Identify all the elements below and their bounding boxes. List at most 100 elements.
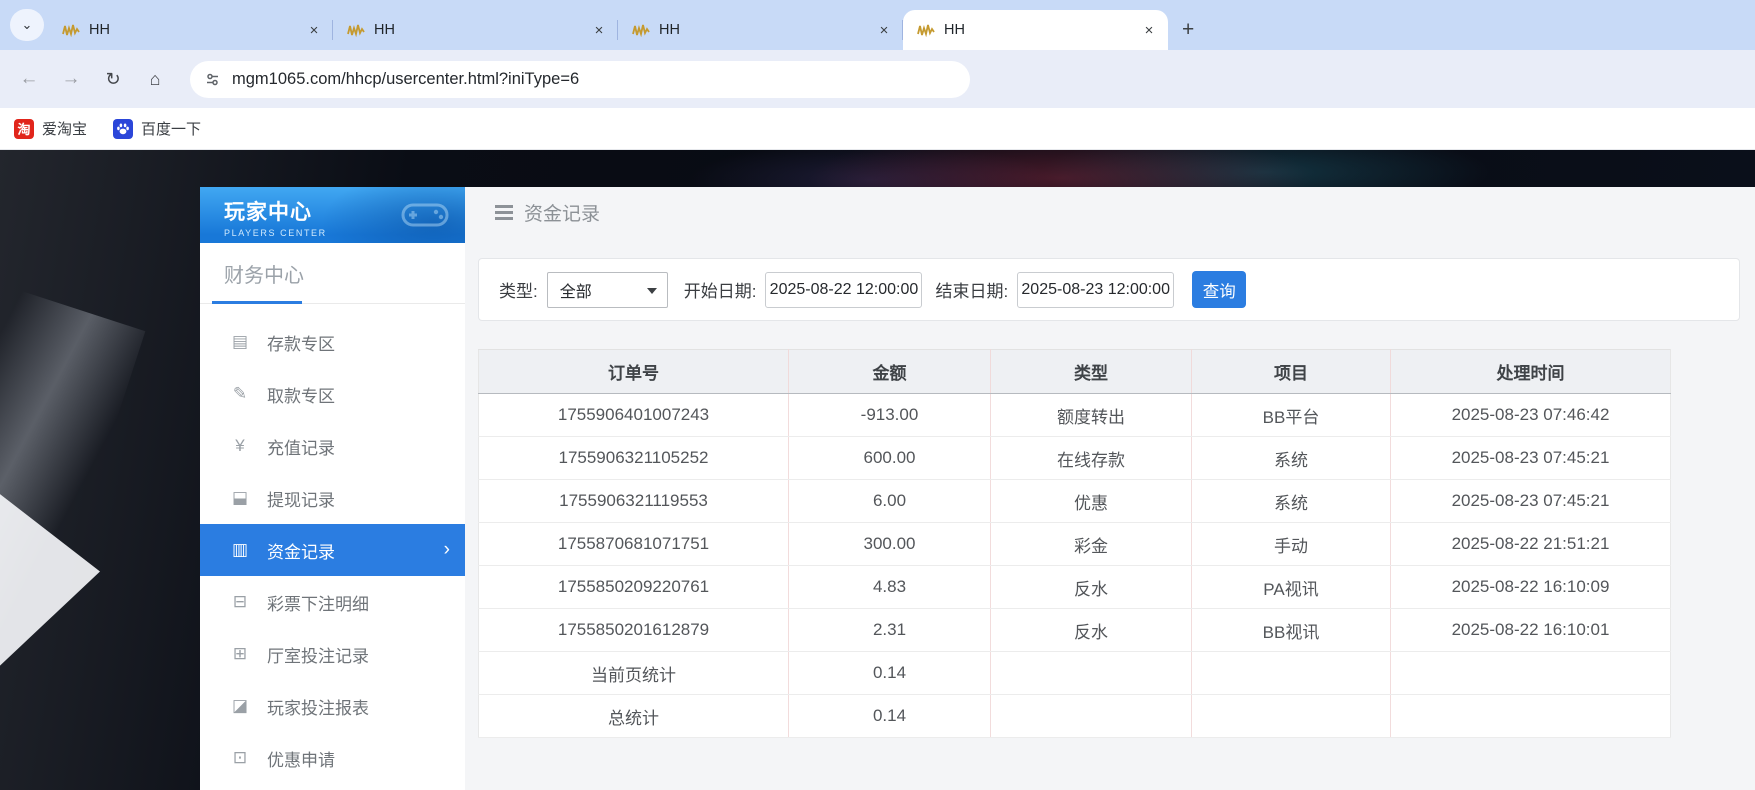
sidebar: 玩家中心 PLAYERS CENTER 财务中心 ▤ 存款专区 › xyxy=(200,187,465,790)
table-row: 17558502016128792.31反水BB视讯2025-08-22 16:… xyxy=(479,609,1671,652)
site-favicon-icon xyxy=(917,23,935,37)
table-cell xyxy=(1192,652,1391,695)
sidebar-item-promo-record[interactable]: ⊟ 优惠申请记录 › xyxy=(200,784,465,790)
table-cell: 2025-08-22 16:10:01 xyxy=(1391,609,1671,652)
sidebar-item-funds-record[interactable]: ▥ 资金记录 › xyxy=(200,524,465,576)
table-row: 1755906321105252600.00在线存款系统2025-08-23 0… xyxy=(479,437,1671,480)
chevron-right-icon: › xyxy=(444,539,450,561)
back-button[interactable]: ← xyxy=(12,62,46,96)
table-cell: 优惠 xyxy=(991,480,1192,523)
gamepad-icon xyxy=(399,197,451,231)
home-button[interactable]: ⌂ xyxy=(138,62,172,96)
table-cell: 反水 xyxy=(991,566,1192,609)
table-header-row: 订单号金额类型项目处理时间 xyxy=(479,350,1671,394)
table-cell: 系统 xyxy=(1192,437,1391,480)
sidebar-item-label: 玩家投注报表 xyxy=(267,694,369,719)
sidebar-item-withdraw-hand[interactable]: ✎ 取款专区 › xyxy=(200,368,465,420)
table-cell: 6.00 xyxy=(789,480,991,523)
table-cell: PA视讯 xyxy=(1192,566,1391,609)
table-cell: 600.00 xyxy=(789,437,991,480)
sidebar-item-deposit-card[interactable]: ▤ 存款专区 › xyxy=(200,316,465,368)
table-cell: 1755850201612879 xyxy=(479,609,789,652)
tab-search-button[interactable]: ⌄ xyxy=(10,9,44,41)
address-bar[interactable]: mgm1065.com/hhcp/usercenter.html?iniType… xyxy=(190,61,970,98)
sidebar-item-label: 彩票下注明细 xyxy=(267,590,369,615)
table-cell: 2025-08-22 16:10:09 xyxy=(1391,566,1671,609)
column-header: 订单号 xyxy=(479,350,789,394)
forward-button[interactable]: → xyxy=(54,62,88,96)
end-date-input[interactable] xyxy=(1017,272,1174,308)
site-favicon-icon xyxy=(347,23,365,37)
tab-strip: ⌄ HH × HH × HH × xyxy=(0,0,1755,50)
sidebar-item-hall-bets[interactable]: ⊞ 厅室投注记录 › xyxy=(200,628,465,680)
promo-apply-icon: ⊡ xyxy=(227,748,253,768)
sidebar-item-moneybag[interactable]: ¥ 充值记录 › xyxy=(200,420,465,472)
table-row: 17558502092207614.83反水PA视讯2025-08-22 16:… xyxy=(479,566,1671,609)
sidebar-section-title: 财务中心 xyxy=(200,243,465,288)
sidebar-item-label: 厅室投注记录 xyxy=(267,642,369,667)
site-settings-icon[interactable] xyxy=(204,71,221,88)
browser-tab[interactable]: HH × xyxy=(618,10,903,50)
tab-close-icon[interactable]: × xyxy=(1140,21,1158,39)
table-cell: 彩金 xyxy=(991,523,1192,566)
sidebar-item-wallet[interactable]: ⬓ 提现记录 › xyxy=(200,472,465,524)
moneybag-icon: ¥ xyxy=(227,436,253,456)
tab-close-icon[interactable]: × xyxy=(590,21,608,39)
column-header: 处理时间 xyxy=(1391,350,1671,394)
table-cell: 4.83 xyxy=(789,566,991,609)
withdraw-hand-icon: ✎ xyxy=(227,384,253,404)
site-favicon-icon xyxy=(632,23,650,37)
table-cell xyxy=(1391,695,1671,738)
reload-button[interactable]: ↻ xyxy=(96,62,130,96)
browser-tab[interactable]: HH × xyxy=(333,10,618,50)
table-row: 1755870681071751300.00彩金手动2025-08-22 21:… xyxy=(479,523,1671,566)
tab-close-icon[interactable]: × xyxy=(305,21,323,39)
sidebar-item-label: 提现记录 xyxy=(267,486,335,511)
players-center-banner: 玩家中心 PLAYERS CENTER xyxy=(200,187,465,243)
start-date-label: 开始日期: xyxy=(684,277,757,302)
table-cell: 0.14 xyxy=(789,652,991,695)
table-cell: 2025-08-22 21:51:21 xyxy=(1391,523,1671,566)
table-cell: 当前页统计 xyxy=(479,652,789,695)
main-header: 资金记录 xyxy=(465,187,1755,226)
sidebar-item-lottery-detail[interactable]: ⊟ 彩票下注明细 › xyxy=(200,576,465,628)
table-cell: 手动 xyxy=(1192,523,1391,566)
column-header: 类型 xyxy=(991,350,1192,394)
page-content: 玩家中心 PLAYERS CENTER 财务中心 ▤ 存款专区 › xyxy=(0,150,1755,790)
table-row: 17559063211195536.00优惠系统2025-08-23 07:45… xyxy=(479,480,1671,523)
type-select[interactable]: 全部 xyxy=(547,272,668,308)
search-button[interactable]: 查询 xyxy=(1192,271,1246,308)
sidebar-item-label: 优惠申请 xyxy=(267,746,335,771)
table-cell: BB视讯 xyxy=(1192,609,1391,652)
funds-record-table: 订单号金额类型项目处理时间 1755906401007243-913.00额度转… xyxy=(478,349,1671,738)
new-tab-button[interactable]: + xyxy=(1168,10,1208,50)
summary-row: 当前页统计0.14 xyxy=(479,652,1671,695)
deposit-card-icon: ▤ xyxy=(227,332,253,352)
bookmarks-bar: 淘 爱淘宝 百度一下 xyxy=(0,108,1755,150)
wallet-icon: ⬓ xyxy=(227,488,253,508)
tab-close-icon[interactable]: × xyxy=(875,21,893,39)
main-panel: 资金记录 类型: 全部 开始日期: 结束日期: 查询 订单号金额类型项目处理时间… xyxy=(465,187,1755,790)
sidebar-item-promo-apply[interactable]: ⊡ 优惠申请 › xyxy=(200,732,465,784)
end-date-label: 结束日期: xyxy=(935,277,1008,302)
sidebar-divider xyxy=(200,303,465,304)
browser-tab[interactable]: HH × xyxy=(903,10,1168,50)
bookmark-baidu[interactable]: 百度一下 xyxy=(113,118,201,139)
browser-window: ⌄ HH × HH × HH × xyxy=(0,0,1755,790)
table-cell: 1755850209220761 xyxy=(479,566,789,609)
table-cell: 0.14 xyxy=(789,695,991,738)
browser-tab[interactable]: HH × xyxy=(48,10,333,50)
sidebar-item-label: 取款专区 xyxy=(267,382,335,407)
table-cell: 额度转出 xyxy=(991,394,1192,437)
sidebar-item-player-report[interactable]: ◪ 玩家投注报表 › xyxy=(200,680,465,732)
table-cell: 2025-08-23 07:45:21 xyxy=(1391,437,1671,480)
bookmark-aitaobao[interactable]: 淘 爱淘宝 xyxy=(14,118,87,139)
site-favicon-icon xyxy=(62,23,80,37)
column-header: 项目 xyxy=(1192,350,1391,394)
menu-toggle-icon[interactable] xyxy=(495,205,513,220)
start-date-input[interactable] xyxy=(765,272,922,308)
type-label: 类型: xyxy=(499,277,538,302)
bookmark-label: 百度一下 xyxy=(141,118,201,139)
table-cell: -913.00 xyxy=(789,394,991,437)
sidebar-item-label: 充值记录 xyxy=(267,434,335,459)
